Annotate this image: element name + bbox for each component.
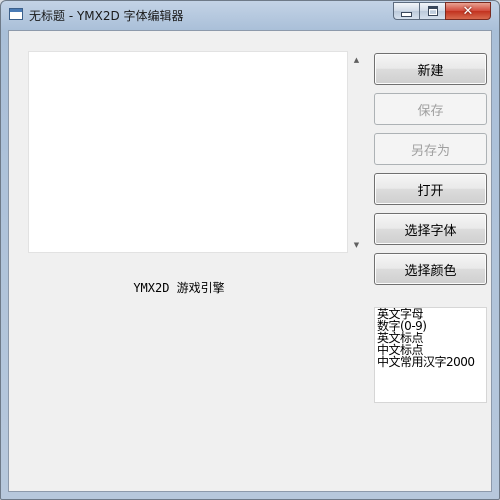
maximize-icon <box>427 6 438 16</box>
maximize-button[interactable] <box>419 2 445 20</box>
new-button[interactable]: 新建 <box>374 53 487 85</box>
select-font-button[interactable]: 选择字体 <box>374 213 487 245</box>
client-area: ▲ ▼ YMX2D 游戏引擎 新建 保存 另存为 打开 选择字体 选择颜色 英文… <box>8 30 492 492</box>
app-window-icon <box>9 8 23 20</box>
scroll-down-arrow-icon[interactable]: ▼ <box>348 236 365 253</box>
title-bar[interactable]: 无标题 - YMX2D 字体编辑器 ✕ <box>1 1 499 29</box>
open-button[interactable]: 打开 <box>374 173 487 205</box>
font-preview-area[interactable] <box>28 51 348 253</box>
minimize-icon <box>401 12 412 17</box>
window-title: 无标题 - YMX2D 字体编辑器 <box>29 9 184 23</box>
scroll-up-arrow-icon[interactable]: ▲ <box>348 51 365 68</box>
app-window: 无标题 - YMX2D 字体编辑器 ✕ ▲ ▼ YMX2D 游戏引擎 新建 保存… <box>0 0 500 500</box>
save-as-button[interactable]: 另存为 <box>374 133 487 165</box>
close-icon: ✕ <box>462 3 474 19</box>
charset-listbox[interactable]: 英文字母 数字(0-9) 英文标点 中文标点 中文常用汉字2000 <box>374 307 487 403</box>
save-button[interactable]: 保存 <box>374 93 487 125</box>
engine-label: YMX2D 游戏引擎 <box>133 281 225 295</box>
preview-vertical-scrollbar[interactable]: ▲ ▼ <box>348 51 365 253</box>
select-color-button[interactable]: 选择颜色 <box>374 253 487 285</box>
close-button[interactable]: ✕ <box>445 2 491 20</box>
list-item[interactable]: 中文常用汉字2000 <box>377 356 484 368</box>
minimize-button[interactable] <box>393 2 419 20</box>
